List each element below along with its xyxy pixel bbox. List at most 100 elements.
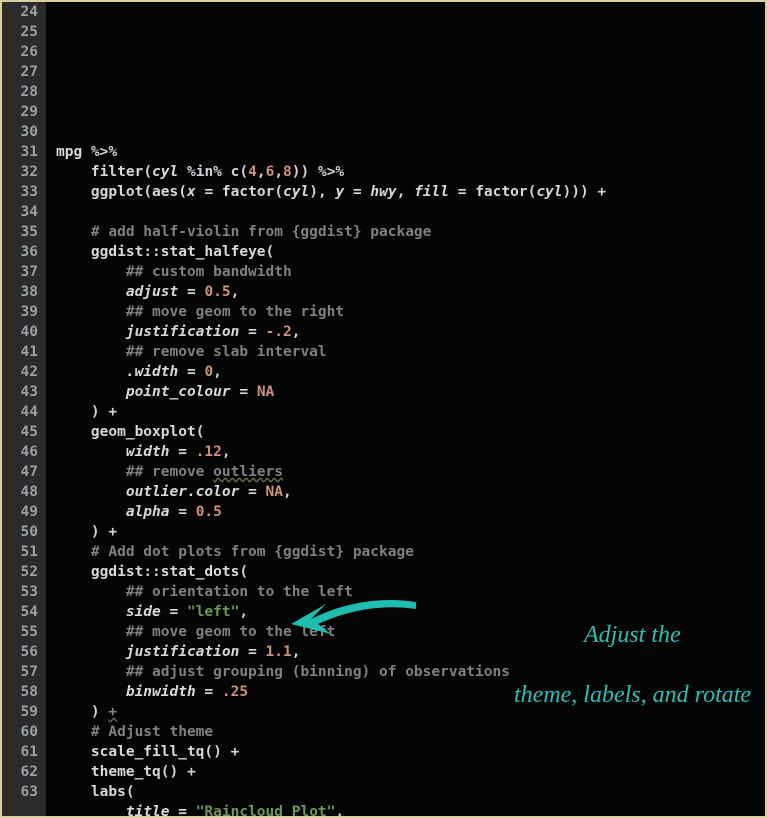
token-arg: cyl [152, 164, 178, 180]
token-pk: ggdist [91, 244, 143, 260]
token-op: , [274, 164, 283, 180]
token-ws [56, 724, 91, 740]
token-op: :: [143, 564, 160, 580]
code-editor[interactable]: 2425262728293031323334353637383940414243… [2, 2, 765, 816]
code-line: justification = -.2, [56, 322, 765, 342]
token-ws [56, 644, 126, 660]
line-number: 40 [8, 322, 38, 342]
token-fn: factor [222, 184, 274, 200]
token-kw: 4 [248, 164, 257, 180]
line-number: 37 [8, 262, 38, 282]
editor-frame: 2425262728293031323334353637383940414243… [0, 0, 767, 818]
token-arg: binwidth [126, 684, 196, 700]
code-line: ) + [56, 402, 765, 422]
line-number: 62 [8, 762, 38, 782]
code-line: ## adjust grouping (binning) of observat… [56, 662, 765, 682]
code-line: ## move geom to the right [56, 302, 765, 322]
code-area[interactable]: Adjust the theme, labels, and rotate mpg… [46, 2, 765, 816]
line-number: 27 [8, 62, 38, 82]
line-number: 58 [8, 682, 38, 702]
token-op: ( [126, 784, 135, 800]
token-ws [56, 284, 126, 300]
token-op: , [292, 324, 301, 340]
line-number: 43 [8, 382, 38, 402]
token-fn: stat_dots [161, 564, 240, 580]
token-arg: cyl [283, 184, 309, 200]
line-number: 39 [8, 302, 38, 322]
token-ws [56, 344, 126, 360]
code-line: ## remove slab interval [56, 342, 765, 362]
token-eq: = [196, 184, 222, 200]
token-op: ( [178, 184, 187, 200]
token-op: () + [204, 744, 239, 760]
token-kw: -.2 [266, 324, 292, 340]
code-line: alpha = 0.5 [56, 502, 765, 522]
token-fn: labs [91, 784, 126, 800]
token-arg: width [126, 444, 170, 460]
token-ws [56, 164, 91, 180]
token-na: NA [257, 384, 274, 400]
code-line: # Adjust theme [56, 722, 765, 742]
token-eq: = [449, 184, 475, 200]
line-number: 44 [8, 402, 38, 422]
line-number: 49 [8, 502, 38, 522]
token-fn: aes [152, 184, 178, 200]
token-str: "left" [187, 604, 239, 620]
token-arg: point_colour [126, 384, 231, 400]
token-str: "Raincloud Plot" [196, 804, 336, 818]
token-cm: ## remove slab interval [126, 344, 327, 360]
code-line: ## remove outliers [56, 462, 765, 482]
token-eq: = [178, 284, 204, 300]
token-op: ( [266, 244, 275, 260]
token-op: , [222, 444, 231, 460]
token-ws [56, 704, 91, 720]
token-arg: title [126, 804, 170, 818]
token-op: ( [196, 424, 205, 440]
token-cm: ## remove [126, 464, 213, 480]
line-number: 29 [8, 102, 38, 122]
token-kw: 1.1 [266, 644, 292, 660]
line-number-gutter: 2425262728293031323334353637383940414243… [2, 2, 46, 816]
token-op: , [283, 484, 292, 500]
token-arg: justification [126, 644, 240, 660]
token-kw: 0.5 [204, 284, 230, 300]
token-eq: = [231, 384, 257, 400]
token-kw: 8 [283, 164, 292, 180]
line-number: 32 [8, 162, 38, 182]
token-ws [56, 544, 91, 560]
line-number: 46 [8, 442, 38, 462]
code-line: labs( [56, 782, 765, 802]
token-op: ) + [91, 404, 117, 420]
line-number: 57 [8, 662, 38, 682]
code-line: mpg %>% [56, 142, 765, 162]
token-fn: filter [91, 164, 143, 180]
line-number: 34 [8, 202, 38, 222]
line-number: 38 [8, 282, 38, 302]
token-op: )) %>% [292, 164, 344, 180]
token-op: ( [143, 184, 152, 200]
token-ws [56, 624, 126, 640]
token-ws [56, 224, 91, 240]
token-arg: side [126, 604, 161, 620]
token-fn: factor [475, 184, 527, 200]
token-op: , [257, 164, 266, 180]
line-number: 35 [8, 222, 38, 242]
token-ws [56, 264, 126, 280]
token-pk: mpg [56, 144, 82, 160]
token-op: , [292, 644, 301, 660]
token-arg: x [187, 184, 196, 200]
token-eq: = [178, 364, 204, 380]
token-op: ( [239, 164, 248, 180]
token-arg: y [335, 184, 344, 200]
token-ws [56, 404, 91, 420]
token-arg: alpha [126, 504, 170, 520]
line-number: 63 [8, 782, 38, 802]
token-arg: cyl [536, 184, 562, 200]
token-under: outliers [213, 464, 283, 480]
token-pk: ggdist [91, 564, 143, 580]
code-line: ## custom bandwidth [56, 262, 765, 282]
token-eq: = [239, 484, 265, 500]
code-line: title = "Raincloud Plot", [56, 802, 765, 818]
line-number: 59 [8, 702, 38, 722]
token-eq: = [344, 184, 370, 200]
